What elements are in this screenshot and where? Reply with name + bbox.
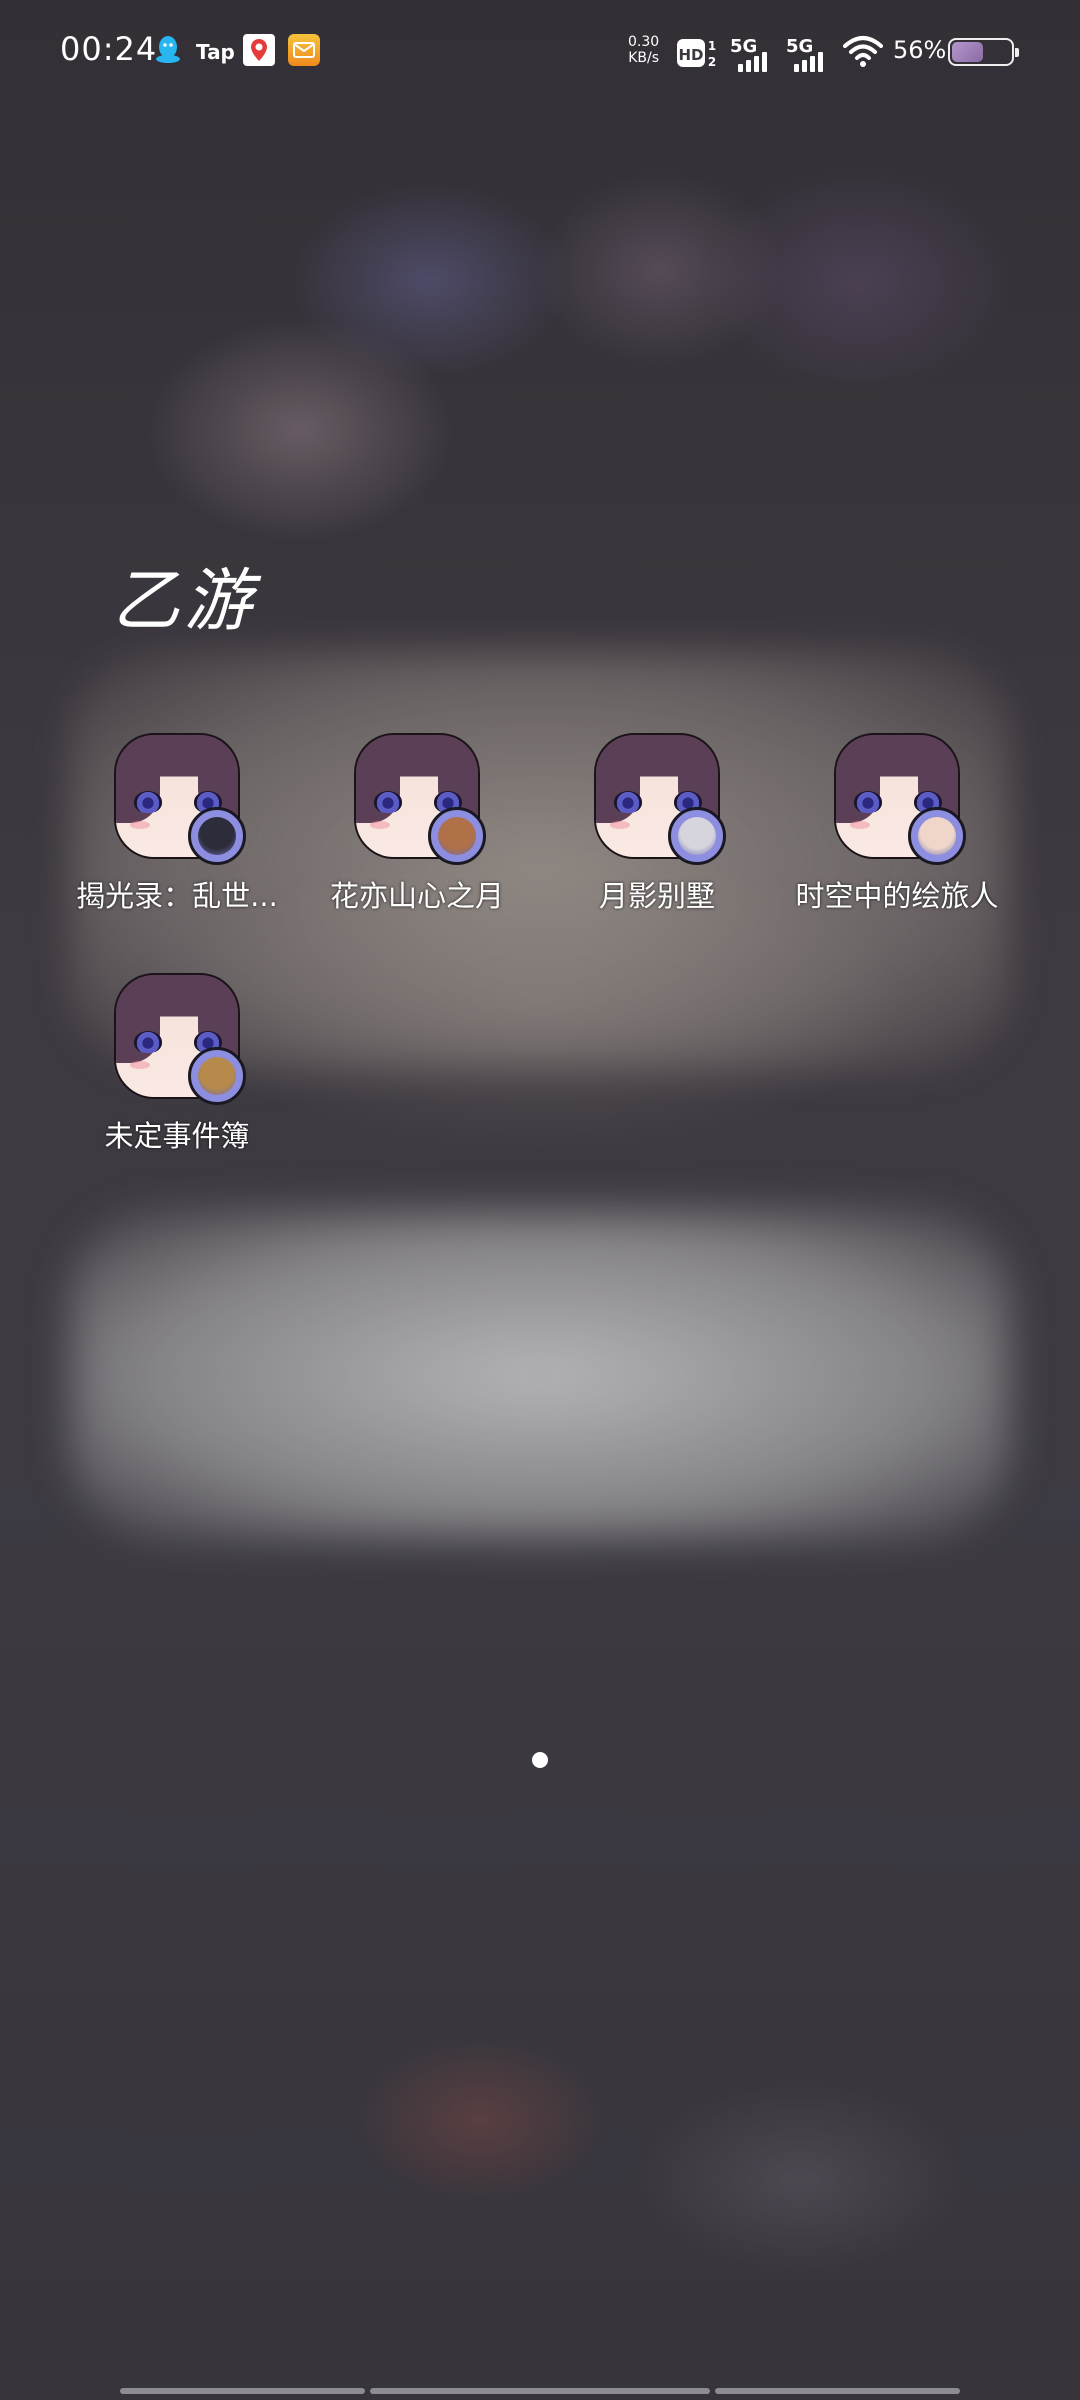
badge-avatar — [678, 817, 716, 855]
hd-volte-icon: HD 1 2 — [677, 39, 716, 69]
page-indicator-dot — [532, 1752, 548, 1768]
qq-icon — [156, 36, 180, 63]
game-app-icon[interactable] — [354, 733, 486, 865]
app-label: 月影别墅 — [598, 879, 715, 913]
game-app-icon[interactable] — [834, 733, 966, 865]
game-app-icon[interactable] — [594, 733, 726, 865]
battery-level — [952, 42, 983, 62]
battery-cap — [1015, 48, 1019, 57]
signal-bars-icon — [738, 52, 767, 72]
clock: 00:24 — [60, 30, 158, 68]
clone-badge-icon — [188, 1047, 246, 1105]
battery-percent: 56% — [893, 36, 947, 64]
folder-background-lower — [70, 1210, 1010, 1540]
folder-app-item[interactable]: 未定事件簿 — [57, 973, 297, 1155]
network-speed-value: 0.30 — [628, 34, 660, 50]
folder-app-item[interactable]: 月影别墅 — [537, 733, 777, 915]
folder-app-item[interactable]: 花亦山心之月 — [297, 733, 537, 915]
clone-badge-icon — [668, 807, 726, 865]
app-label: 未定事件簿 — [104, 1119, 250, 1153]
maps-icon — [243, 34, 275, 66]
game-app-icon[interactable] — [114, 733, 246, 865]
folder-app-item[interactable]: 揭光录：乱世... — [57, 733, 297, 915]
wallpaper — [0, 0, 1080, 2400]
folder-title[interactable]: 乙游 — [112, 545, 256, 644]
badge-avatar — [918, 817, 956, 855]
game-app-icon[interactable] — [114, 973, 246, 1105]
app-label: 花亦山心之月 — [329, 879, 504, 913]
gesture-hint-bar — [370, 2388, 710, 2394]
mail-icon — [288, 34, 320, 66]
svg-text:2: 2 — [708, 55, 716, 69]
app-label: 时空中的绘旅人 — [795, 879, 999, 913]
clone-badge-icon — [908, 807, 966, 865]
network-speed: 0.30 KB/s — [628, 34, 659, 66]
badge-avatar — [438, 817, 476, 855]
battery-icon — [948, 38, 1019, 66]
badge-avatar — [198, 1057, 236, 1095]
network-speed-unit: KB/s — [628, 50, 659, 66]
clone-badge-icon — [428, 807, 486, 865]
tap-icon: Tap — [196, 40, 235, 64]
svg-text:HD: HD — [678, 46, 703, 64]
wifi-icon — [843, 36, 883, 67]
folder-app-item[interactable]: 时空中的绘旅人 — [777, 733, 1017, 915]
status-bar: 00:24 Tap 0.30 KB/s HD 1 2 5G 5G 56% — [0, 0, 1080, 110]
app-label: 揭光录：乱世... — [76, 879, 278, 913]
gesture-hint-bar — [120, 2388, 365, 2394]
badge-avatar — [198, 817, 236, 855]
clone-badge-icon — [188, 807, 246, 865]
signal-bars-icon — [794, 52, 823, 72]
gesture-hint-bar — [715, 2388, 960, 2394]
svg-text:1: 1 — [708, 39, 716, 53]
